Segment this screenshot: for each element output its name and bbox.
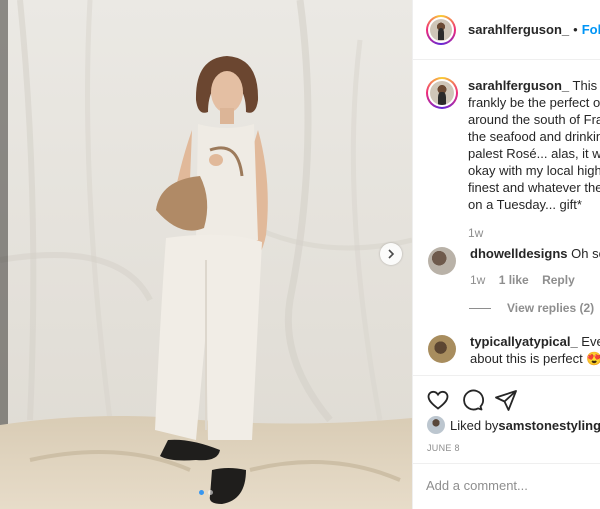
comment-icon[interactable] bbox=[460, 388, 484, 412]
liked-by: Liked by samstonestyling a bbox=[427, 416, 600, 434]
share-icon[interactable] bbox=[494, 388, 518, 412]
carousel-dots bbox=[0, 490, 412, 495]
caption-line-4: palest Rosé... alas, it will bbox=[468, 146, 600, 161]
post-image bbox=[0, 0, 412, 509]
carousel-dot-2 bbox=[208, 490, 213, 495]
comment-username[interactable]: typicallyatypical_ bbox=[470, 334, 578, 349]
caption-avatar[interactable] bbox=[426, 77, 458, 109]
follow-button[interactable]: Follow bbox=[582, 22, 600, 37]
comment-time[interactable]: 1w bbox=[470, 273, 485, 287]
caption-line-5: okay with my local high s bbox=[468, 163, 600, 178]
comment-reply-button[interactable]: Reply bbox=[542, 273, 575, 287]
caption-line-1: frankly be the perfect ou bbox=[468, 95, 600, 110]
post-side-panel: sarahlferguson_ • Follow sarahlferguson_… bbox=[412, 0, 600, 509]
liker-avatar[interactable] bbox=[427, 416, 445, 434]
comment-username[interactable]: dhowelldesigns bbox=[470, 246, 568, 261]
comment-text-line-2: about this is perfect 😍 bbox=[470, 351, 600, 366]
caption-time[interactable]: 1w bbox=[468, 226, 483, 240]
comment-text: Every bbox=[581, 334, 600, 349]
heart-icon[interactable] bbox=[426, 388, 450, 412]
caption-line-3: the seafood and drinking bbox=[468, 129, 600, 144]
caption-line-7: on a Tuesday... gift* bbox=[468, 197, 582, 212]
post-date[interactable]: JUNE 8 bbox=[427, 443, 460, 453]
post-actions: Liked by samstonestyling a JUNE 8 bbox=[413, 375, 600, 465]
chevron-right-icon bbox=[388, 249, 395, 259]
caption-line-0: This wo bbox=[572, 78, 600, 93]
carousel-next-button[interactable] bbox=[380, 243, 402, 265]
add-comment-input[interactable] bbox=[426, 478, 596, 493]
comment-item: dhowelldesigns Oh so g 1w 1 like Reply bbox=[426, 245, 600, 289]
liked-by-username[interactable]: samstonestyling bbox=[498, 418, 600, 433]
comments-list[interactable]: sarahlferguson_ This wo frankly be the p… bbox=[413, 61, 600, 374]
commenter-avatar[interactable] bbox=[428, 247, 456, 275]
carousel-dot-1 bbox=[199, 490, 204, 495]
caption: sarahlferguson_ This wo frankly be the p… bbox=[426, 77, 600, 242]
comment-likes[interactable]: 1 like bbox=[499, 273, 529, 287]
view-replies-label: View replies (2) bbox=[507, 301, 595, 315]
caption-line-2: around the south of Fran bbox=[468, 112, 600, 127]
comment-text: Oh so g bbox=[571, 246, 600, 261]
liked-by-prefix: Liked by bbox=[450, 417, 499, 433]
comment-item: typicallyatypical_ Every about this is p… bbox=[426, 333, 600, 367]
post-header: sarahlferguson_ • Follow bbox=[413, 0, 600, 60]
view-replies-button[interactable]: View replies (2) bbox=[469, 301, 594, 315]
caption-line-6: finest and whatever the bbox=[468, 180, 600, 195]
author-username[interactable]: sarahlferguson_ bbox=[468, 22, 569, 37]
commenter-avatar[interactable] bbox=[428, 335, 456, 363]
caption-username[interactable]: sarahlferguson_ bbox=[468, 78, 569, 93]
author-avatar[interactable] bbox=[426, 14, 456, 45]
post-photo[interactable] bbox=[0, 0, 412, 509]
add-comment-bar bbox=[413, 463, 600, 509]
separator-dot: • bbox=[573, 22, 578, 37]
